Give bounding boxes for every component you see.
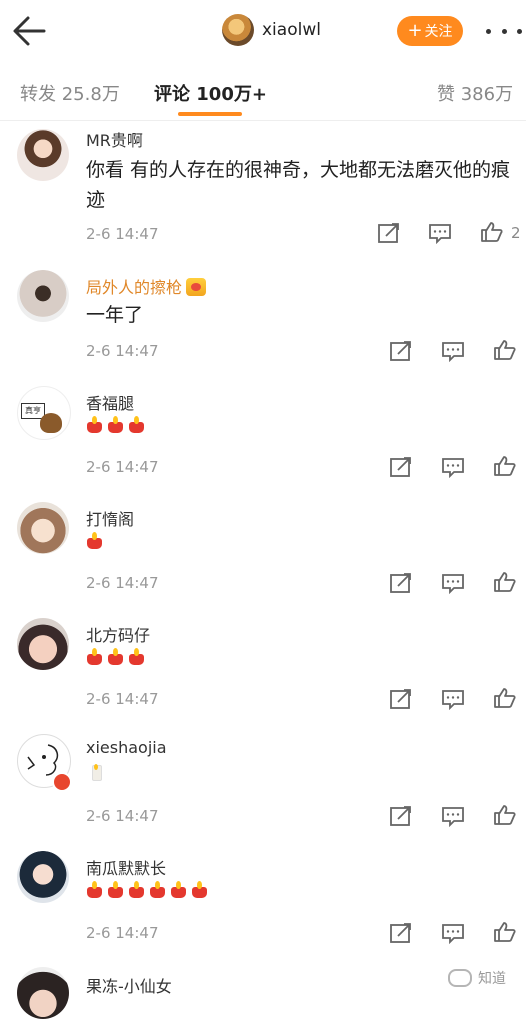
avatar[interactable] [17, 618, 69, 670]
tab-comments[interactable]: 评论 100万+ [154, 80, 267, 106]
candle-emojis [86, 881, 212, 898]
like-icon[interactable] [493, 804, 517, 826]
candle-icon [128, 416, 145, 433]
comment-item: xieshaojia 2-6 14:47 [0, 722, 526, 840]
avatar[interactable] [17, 502, 69, 554]
repost-icon[interactable] [389, 922, 413, 944]
repost-icon[interactable] [389, 805, 413, 827]
back-arrow-icon[interactable] [10, 14, 50, 48]
wechat-icon [448, 969, 472, 987]
candle-icon [107, 416, 124, 433]
post-tabs: 转发 25.8万 评论 100万+ 赞 386万 [0, 62, 526, 121]
candle-icon [191, 881, 208, 898]
tab-likes[interactable]: 赞 386万 [437, 80, 513, 106]
avatar[interactable] [17, 967, 69, 1019]
like-icon[interactable] [493, 455, 517, 477]
comment-item: MR贵啊 你看 有的人存在的很神奇，大地都无法磨灭他的痕迹 2-6 14:47 … [0, 121, 526, 259]
comment-icon[interactable] [441, 340, 465, 362]
candle-emojis [86, 416, 149, 433]
follow-button[interactable]: + 关注 [397, 16, 463, 46]
candle-icon [86, 416, 103, 433]
candle-emojis [86, 532, 107, 549]
avatar[interactable] [17, 129, 69, 181]
comment-icon[interactable] [441, 572, 465, 594]
commenter-name[interactable]: MR贵啊 [86, 127, 143, 151]
candle-emojis [86, 648, 149, 665]
tab-reposts-label: 转发 [20, 84, 56, 105]
repost-icon[interactable] [377, 222, 401, 244]
comment-time: 2-6 14:47 [86, 924, 159, 942]
tab-comments-label: 评论 [154, 84, 190, 105]
comment-text: 一年了 [86, 304, 144, 326]
commenter-name-text: 局外人的擦枪 [86, 278, 183, 297]
comment-time: 2-6 14:47 [86, 458, 159, 476]
candle-icon [107, 881, 124, 898]
comment-item: 北方码仔 2-6 14:47 [0, 606, 526, 723]
candle-icon [86, 881, 103, 898]
tab-reposts[interactable]: 转发 25.8万 [20, 80, 120, 106]
repost-icon[interactable] [389, 572, 413, 594]
tab-reposts-count: 25.8万 [61, 84, 120, 105]
verified-badge-icon [52, 772, 72, 792]
comment-item: 真亨 香福腿 2-6 14:47 [0, 374, 526, 491]
white-candle-icon [86, 764, 103, 781]
avatar[interactable] [17, 270, 69, 322]
comment-icon[interactable] [441, 688, 465, 710]
comment-icon[interactable] [428, 222, 452, 244]
candle-icon [128, 881, 145, 898]
like-icon[interactable] [493, 687, 517, 709]
comment-icon[interactable] [441, 456, 465, 478]
plus-icon: + [407, 20, 423, 41]
repost-icon[interactable] [389, 340, 413, 362]
commenter-name[interactable]: xieshaojia [86, 738, 167, 757]
candle-icon [170, 881, 187, 898]
top-bar: xiaolwl + 关注 [0, 0, 526, 62]
candle-icon [149, 881, 166, 898]
comment-time: 2-6 14:47 [86, 690, 159, 708]
zhihu-watermark: 知道 [448, 968, 506, 988]
candle-icon [107, 648, 124, 665]
repost-icon[interactable] [389, 456, 413, 478]
like-count: 2 [511, 224, 521, 242]
candle-icon [86, 648, 103, 665]
like-icon[interactable] [480, 221, 504, 243]
comment-time: 2-6 14:47 [86, 574, 159, 592]
comment-time: 2-6 14:47 [86, 807, 159, 825]
commenter-name[interactable]: 南瓜默默长 [86, 855, 166, 879]
author-name[interactable]: xiaolwl [262, 20, 321, 40]
tab-comments-count: 100万+ [196, 84, 267, 105]
avatar[interactable]: 真亨 [17, 386, 71, 440]
commenter-name[interactable]: 打惰阁 [86, 506, 134, 530]
tab-likes-count: 386万 [460, 84, 514, 105]
comment-time: 2-6 14:47 [86, 225, 159, 243]
repost-icon[interactable] [389, 688, 413, 710]
comment-item: 南瓜默默长 2-6 14:47 [0, 839, 526, 958]
comment-item: 打惰阁 2-6 14:47 [0, 490, 526, 607]
comment-time: 2-6 14:47 [86, 342, 159, 360]
commenter-name[interactable]: 北方码仔 [86, 622, 150, 646]
like-icon[interactable] [493, 571, 517, 593]
avatar[interactable] [17, 851, 69, 903]
watermark-text: 知道 [478, 971, 506, 987]
follow-label: 关注 [424, 24, 453, 40]
comment-text: 你看 有的人存在的很神奇，大地都无法磨灭他的痕迹 [86, 159, 511, 211]
active-tab-indicator [178, 112, 242, 116]
author-avatar[interactable] [222, 14, 254, 46]
comment-icon[interactable] [441, 922, 465, 944]
tab-likes-label: 赞 [437, 84, 455, 105]
commenter-name[interactable]: 局外人的擦枪 [86, 274, 207, 298]
candle-emojis [86, 764, 107, 781]
vip-crown-icon [186, 278, 207, 296]
commenter-name[interactable]: 果冻-小仙女 [86, 973, 172, 997]
comment-item: 局外人的擦枪 一年了 2-6 14:47 [0, 258, 526, 375]
bear-figure [40, 413, 62, 433]
candle-icon [128, 648, 145, 665]
like-icon[interactable] [493, 921, 517, 943]
more-dots-icon[interactable] [486, 20, 522, 42]
candle-icon [86, 532, 103, 549]
like-icon[interactable] [493, 339, 517, 361]
comment-icon[interactable] [441, 805, 465, 827]
commenter-name[interactable]: 香福腿 [86, 390, 134, 414]
post-author[interactable]: xiaolwl [222, 14, 321, 46]
